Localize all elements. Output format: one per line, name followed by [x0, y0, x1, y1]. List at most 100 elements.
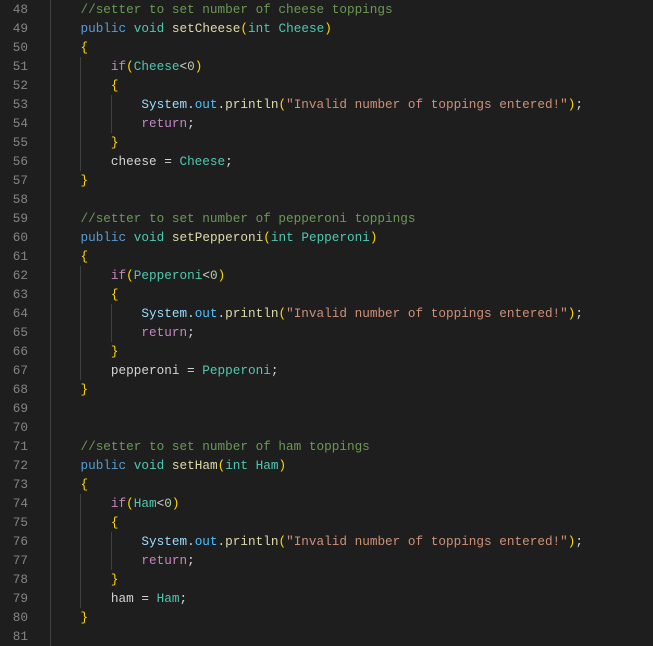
code-line[interactable]: 60 public void setPepperoni(int Pepperon… — [0, 227, 653, 247]
code-line[interactable]: 48 //setter to set number of cheese topp… — [0, 0, 653, 19]
code-token: . — [217, 96, 226, 112]
code-line[interactable]: 52 { — [0, 75, 653, 95]
code-line[interactable]: 58 — [0, 189, 653, 209]
code-line[interactable]: 54 return; — [0, 113, 653, 133]
code-token: "Invalid number of toppings entered!" — [286, 305, 568, 321]
code-token: void — [133, 20, 165, 36]
code-token: . — [187, 305, 195, 321]
line-number: 61 — [12, 248, 28, 264]
code-line[interactable]: 71 //setter to set number of ham topping… — [0, 436, 653, 456]
line-number: 69 — [12, 400, 28, 416]
code-line[interactable]: 69 — [0, 398, 653, 418]
code-line[interactable]: 59 //setter to set number of pepperoni t… — [0, 208, 653, 228]
code-line[interactable]: 51 if(Cheese<0) — [0, 56, 653, 76]
code-token: 0 — [187, 58, 195, 74]
code-line[interactable]: 57 } — [0, 170, 653, 190]
code-token: ; — [187, 115, 195, 131]
code-line[interactable]: 61 { — [0, 246, 653, 266]
code-line[interactable]: 67 pepperoni = Pepperoni; — [0, 360, 653, 380]
code-line[interactable]: 68 } — [0, 379, 653, 399]
code-token: int — [225, 457, 249, 473]
code-line[interactable]: 63 { — [0, 284, 653, 304]
code-line[interactable]: 72 public void setHam(int Ham) — [0, 455, 653, 475]
code-token: setPepperoni — [171, 229, 264, 245]
code-text: System.out.println("Invalid number of to… — [50, 95, 583, 114]
code-line[interactable]: 78 } — [0, 569, 653, 589]
code-line[interactable]: 56 cheese = Cheese; — [0, 151, 653, 171]
indent-guide — [50, 398, 51, 418]
code-line[interactable]: 66 } — [0, 341, 653, 361]
line-number: 77 — [12, 552, 28, 568]
code-token: ( — [126, 495, 134, 511]
code-text: cheese = Cheese; — [50, 152, 233, 171]
code-token: public — [80, 457, 127, 473]
code-editor[interactable]: 48 //setter to set number of cheese topp… — [0, 0, 653, 646]
code-text: if(Pepperoni<0) — [50, 266, 225, 285]
code-token: ) — [171, 495, 180, 511]
code-token: if — [110, 495, 127, 511]
code-token: { — [110, 286, 119, 302]
line-number: 67 — [12, 362, 28, 378]
code-line[interactable]: 50 { — [0, 37, 653, 57]
code-token: void — [133, 229, 165, 245]
code-line[interactable]: 70 — [0, 417, 653, 437]
code-line[interactable]: 75 { — [0, 512, 653, 532]
code-text: } — [50, 342, 119, 361]
code-line[interactable]: 62 if(Pepperoni<0) — [0, 265, 653, 285]
code-line[interactable]: 65 return; — [0, 322, 653, 342]
code-line[interactable]: 80 } — [0, 607, 653, 627]
code-token: ; — [225, 153, 233, 169]
code-token: println — [225, 96, 279, 112]
code-line[interactable]: 49 public void setCheese(int Cheese) — [0, 18, 653, 38]
code-token: ; — [179, 590, 188, 606]
code-token: { — [80, 476, 89, 492]
code-token: ) — [278, 457, 287, 473]
code-token: < — [202, 267, 210, 283]
code-token: Ham — [133, 495, 157, 511]
code-token: setHam — [171, 457, 218, 473]
line-number: 75 — [12, 514, 28, 530]
code-token: println — [225, 305, 279, 321]
code-line[interactable]: 64 System.out.println("Invalid number of… — [0, 303, 653, 323]
code-line[interactable]: 53 System.out.println("Invalid number of… — [0, 94, 653, 114]
code-line[interactable]: 55 } — [0, 132, 653, 152]
code-text: { — [50, 38, 88, 57]
code-line[interactable]: 73 { — [0, 474, 653, 494]
code-token: Cheese — [179, 153, 226, 169]
code-line[interactable]: 74 if(Ham<0) — [0, 493, 653, 513]
line-number: 48 — [12, 1, 28, 17]
code-token: Ham — [156, 590, 180, 606]
code-token: < — [179, 58, 188, 74]
code-token: ; — [187, 324, 195, 340]
code-token: { — [110, 514, 119, 530]
line-number: 72 — [12, 457, 28, 473]
code-token: if — [110, 58, 127, 74]
line-number: 80 — [12, 609, 28, 625]
code-token: } — [110, 343, 119, 359]
code-token: ; — [187, 552, 195, 568]
code-token: ham = — [110, 590, 157, 606]
code-line[interactable]: 79 ham = Ham; — [0, 588, 653, 608]
code-token: ( — [263, 229, 271, 245]
code-token: Cheese — [278, 20, 325, 36]
line-number: 81 — [12, 628, 28, 644]
code-token: ; — [270, 362, 279, 378]
code-line[interactable]: 76 System.out.println("Invalid number of… — [0, 531, 653, 551]
code-token: ) — [324, 20, 332, 36]
code-line[interactable]: 81 — [0, 626, 653, 646]
code-line[interactable]: 77 return; — [0, 550, 653, 570]
code-token: ( — [278, 96, 287, 112]
